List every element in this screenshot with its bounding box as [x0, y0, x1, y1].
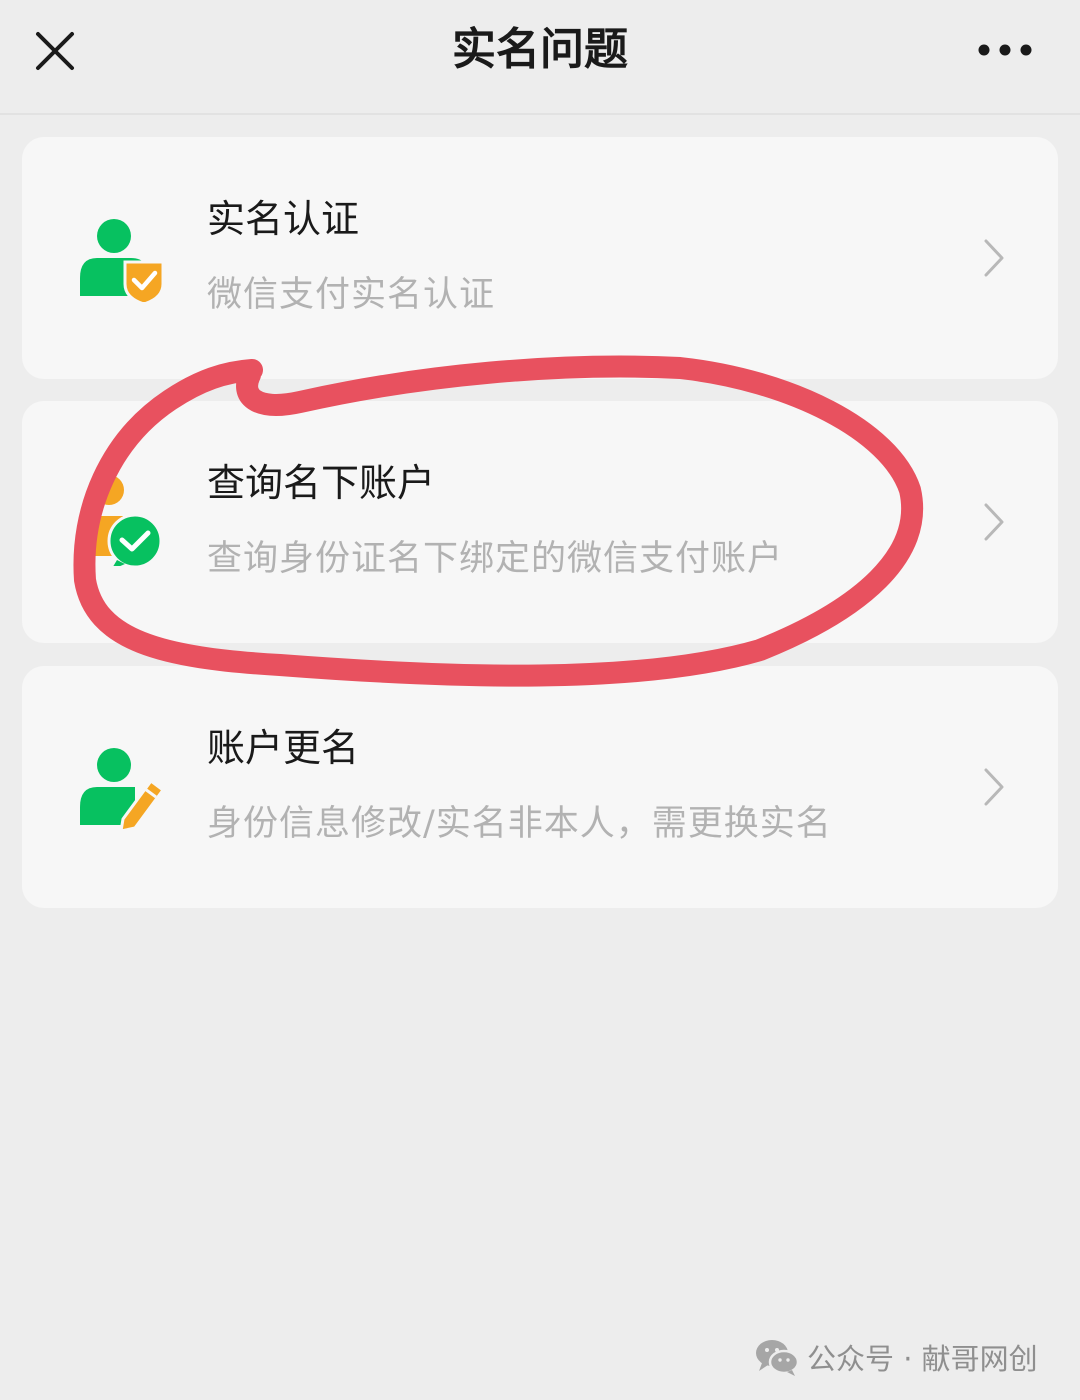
chevron-right-icon — [984, 768, 1004, 806]
item-description: 身份信息修改/实名非本人，需更换实名 — [207, 804, 832, 844]
list-item-real-name-verification[interactable]: 实名认证 微信支付实名认证 — [22, 137, 1058, 379]
chevron-right-icon — [984, 239, 1004, 277]
navigation-bar: 实名问题 — [0, 0, 1080, 115]
user-edit-icon — [80, 748, 165, 831]
list-item-rename-account[interactable]: 账户更名 身份信息修改/实名非本人，需更换实名 — [22, 666, 1058, 908]
item-description: 微信支付实名认证 — [207, 275, 496, 315]
more-icon[interactable] — [972, 38, 1038, 62]
user-shield-icon — [80, 219, 165, 302]
chevron-right-icon — [984, 503, 1004, 541]
watermark-text: 公众号 · 献哥网创 — [807, 1342, 1038, 1376]
user-wechat-pay-icon — [80, 476, 163, 566]
item-description: 查询身份证名下绑定的微信支付账户 — [207, 539, 784, 579]
wechat-icon — [756, 1340, 799, 1376]
list-item-query-accounts[interactable]: 查询名下账户 查询身份证名下绑定的微信支付账户 — [22, 401, 1058, 643]
item-title: 账户更名 — [207, 726, 360, 770]
item-title: 查询名下账户 — [207, 461, 436, 505]
watermark: 公众号 · 献哥网创 — [755, 1335, 1038, 1379]
page-title: 实名问题 — [452, 24, 628, 75]
item-title: 实名认证 — [207, 197, 360, 241]
